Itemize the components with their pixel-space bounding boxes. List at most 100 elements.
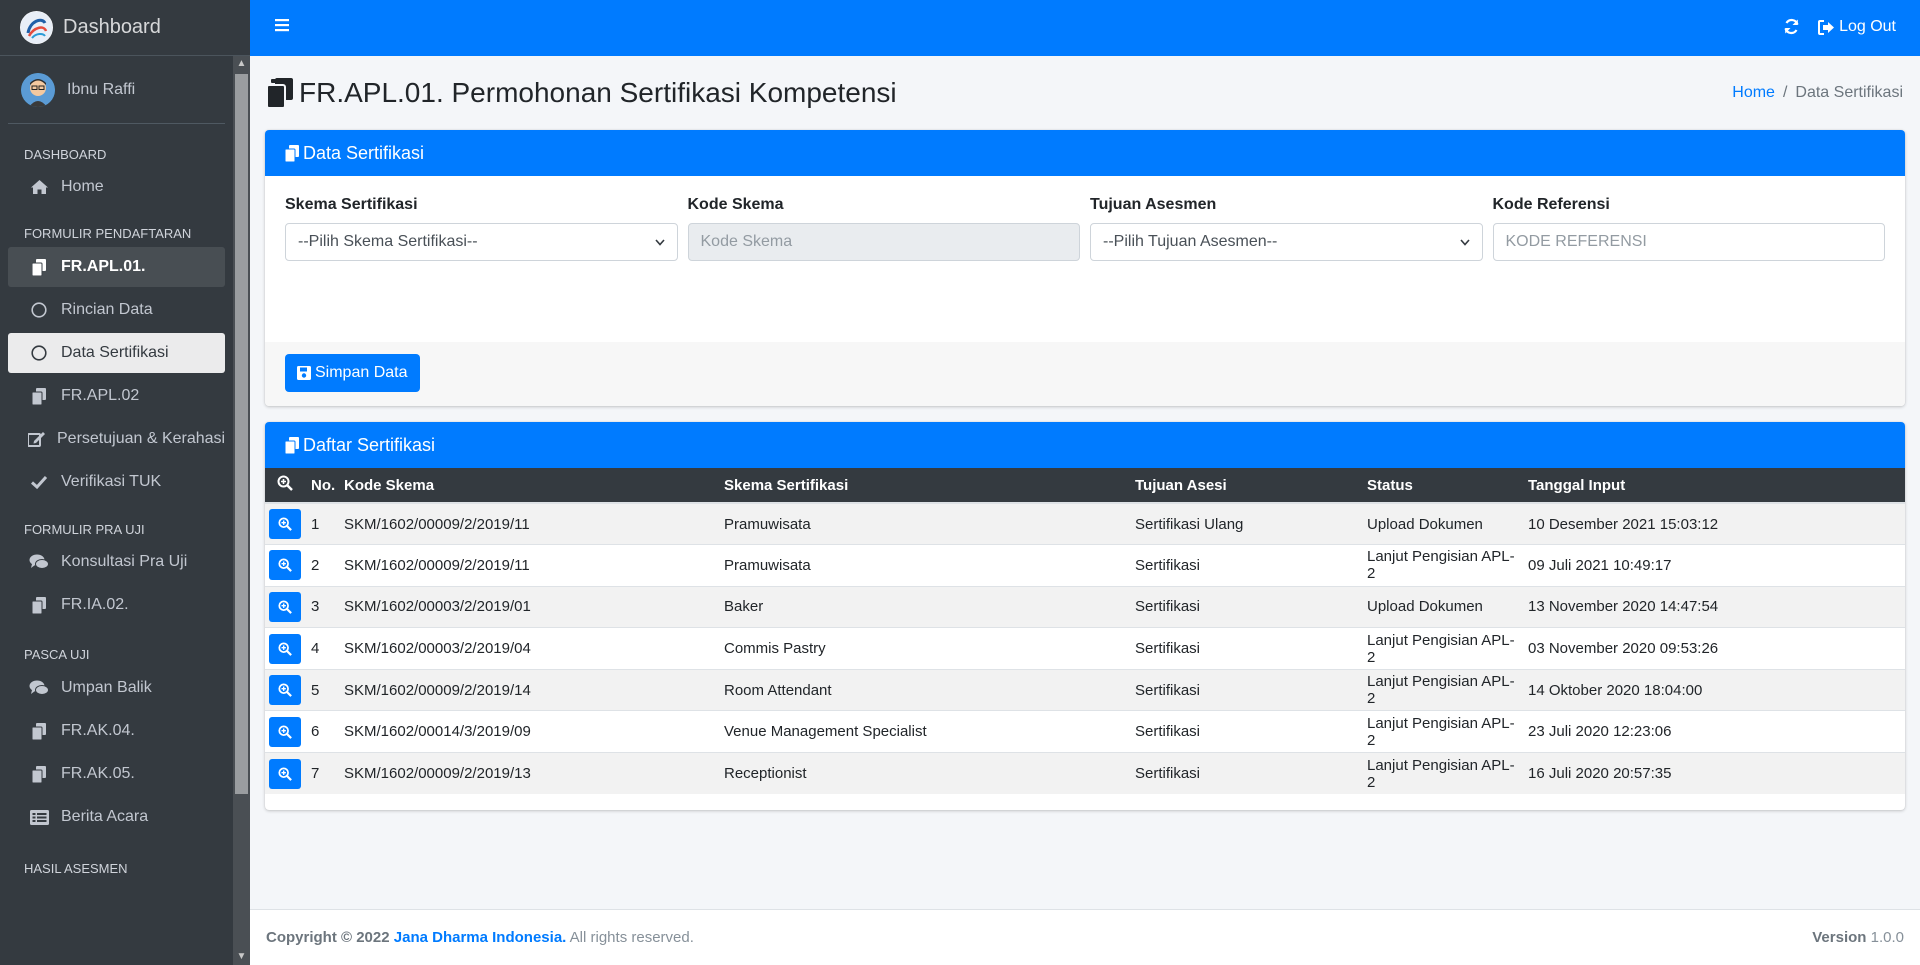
chevron-down-icon (1459, 233, 1470, 251)
kode-skema-field[interactable]: Kode Skema (687, 223, 1080, 261)
simpan-data-label: Simpan Data (315, 364, 408, 381)
table-cell: SKM/1602/00009/2/2019/11 (340, 544, 720, 587)
view-detail-button[interactable] (269, 758, 301, 789)
breadcrumb-separator: / (1782, 84, 1788, 101)
breadcrumb: Home / Data Sertifikasi (1732, 84, 1903, 102)
card-title: Daftar Sertifikasi (303, 434, 436, 455)
table-cell: Lanjut Pengisian APL-2 (1363, 668, 1524, 711)
sidebar-item-home[interactable]: Home (8, 167, 225, 207)
detail-button-cell (265, 502, 307, 545)
table-body: 1 SKM/1602/00009/2/2019/11 Pramuwisata Sert… (265, 502, 1905, 795)
sidebar-item-label: Data Sertifikasi (61, 344, 169, 361)
daftar-sertifikasi-card: Daftar Sertifikasi No. Kode Skema Skema … (265, 422, 1905, 811)
sidebar-item-data-sertifikasi[interactable]: Data Sertifikasi (8, 333, 225, 373)
user-panel[interactable]: Ibnu Raffi (8, 56, 225, 124)
table-cell: SKM/1602/00009/2/2019/11 (340, 502, 720, 545)
user-name: Ibnu Raffi (67, 80, 136, 98)
skema-label: Skema Sertifikasi (285, 196, 418, 213)
breadcrumb-home-link[interactable]: Home (1732, 84, 1775, 102)
view-detail-button[interactable] (269, 675, 301, 706)
top-navbar: Log Out (250, 0, 1920, 56)
table-cell: 7 (307, 752, 340, 795)
detail-button-cell (265, 544, 307, 587)
logout-button[interactable]: Log Out (1818, 18, 1896, 36)
scroll-down-icon[interactable]: ▼ (233, 949, 250, 965)
copy-icon (28, 765, 50, 783)
sidebar-item-fr-ak-05[interactable]: FR.AK.05. (8, 754, 225, 794)
scrollbar-thumb[interactable] (235, 74, 248, 794)
copyright-text: Copyright © 2022 (266, 929, 390, 946)
table-cell: Lanjut Pengisian APL-2 (1363, 710, 1524, 753)
table-cell: 23 Juli 2020 12:23:06 (1524, 710, 1905, 753)
search-plus-icon (278, 642, 292, 656)
card-header: Data Sertifikasi (265, 130, 1905, 176)
column-header: No. (307, 468, 340, 504)
tujuan-label: Tujuan Asesmen (1090, 196, 1217, 213)
table-cell: Sertifikasi (1131, 668, 1363, 711)
sidebar-item-fr-ia-02[interactable]: FR.IA.02. (8, 585, 225, 625)
sidebar-item-konsultasi-pra-uji[interactable]: Konsultasi Pra Uji (8, 542, 225, 582)
sidebar-item-verifikasi-tuk[interactable]: Verifikasi TUK (8, 462, 225, 502)
form-group-referensi: Kode Referensi KODE REFERENSI (1492, 196, 1885, 261)
sidebar-nav: Ibnu Raffi DASHBOARD Home FORMULIR PENDA… (0, 56, 233, 965)
column-header: Status (1363, 468, 1524, 504)
table-cell: Pramuwisata (720, 544, 1131, 587)
table-cell: 5 (307, 668, 340, 711)
logout-label: Log Out (1839, 18, 1896, 35)
table-row: 2 SKM/1602/00009/2/2019/11 Pramuwisata Sert… (265, 544, 1905, 587)
table-cell: SKM/1602/00009/2/2019/13 (340, 752, 720, 795)
kode-referensi-placeholder: KODE REFERENSI (1505, 233, 1647, 250)
copy-icon (267, 78, 293, 108)
rights-text: All rights reserved. (569, 929, 694, 946)
sidebar-item-label: Verifikasi TUK (61, 473, 162, 490)
search-plus-icon (278, 517, 292, 531)
table-row: 7 SKM/1602/00009/2/2019/13 Receptionist Ser… (265, 752, 1905, 795)
detail-button-cell (265, 585, 307, 628)
form-group-skema: Skema Sertifikasi --Pilih Skema Sertifik… (285, 196, 678, 261)
sidebar-item-label: Umpan Balik (61, 679, 152, 696)
table-cell: 6 (307, 710, 340, 753)
view-detail-button[interactable] (269, 550, 301, 581)
company-link[interactable]: Jana Dharma Indonesia. (394, 929, 567, 946)
main-content: FR.APL.01. Permohonan Sertifikasi Kompet… (250, 56, 1920, 909)
kode-referensi-field[interactable]: KODE REFERENSI (1492, 223, 1885, 261)
scroll-up-icon[interactable]: ▲ (233, 56, 250, 72)
tujuan-select[interactable]: --Pilih Tujuan Asesmen-- (1090, 223, 1483, 261)
page-title-text: FR.APL.01. Permohonan Sertifikasi Kompet… (299, 77, 897, 108)
sidebar-item-fr-apl-02[interactable]: FR.APL.02 (8, 376, 225, 416)
sidebar-item-label: Home (61, 178, 104, 195)
card-header: Daftar Sertifikasi (265, 422, 1905, 468)
sidebar-item-label: FR.AK.05. (61, 765, 135, 782)
table-cell: Pramuwisata (720, 502, 1131, 545)
sidebar-item-fr-apl-01[interactable]: FR.APL.01. (8, 247, 225, 287)
refresh-icon[interactable] (1783, 18, 1800, 40)
sidebar-item-fr-ak-04[interactable]: FR.AK.04. (8, 711, 225, 751)
simpan-data-button[interactable]: Simpan Data (285, 354, 420, 392)
view-detail-button[interactable] (269, 716, 301, 747)
data-sertifikasi-card: Data Sertifikasi Skema Sertifikasi --Pil… (265, 130, 1905, 406)
brand-link[interactable]: Dashboard (0, 0, 250, 56)
sidebar-item-persetujuan[interactable]: Persetujuan & Kerahasiaan (8, 419, 225, 459)
sidebar-scrollbar[interactable]: ▲ ▼ (233, 56, 250, 965)
table-cell: Upload Dokumen (1363, 585, 1524, 628)
column-header: Skema Sertifikasi (720, 468, 1131, 504)
column-header: Tujuan Asesi (1131, 468, 1363, 504)
sidebar-item-umpan-balik[interactable]: Umpan Balik (8, 668, 225, 708)
table-cell: SKM/1602/00003/2/2019/04 (340, 627, 720, 670)
search-plus-icon (277, 475, 293, 491)
sidebar-item-rincian-data[interactable]: Rincian Data (8, 290, 225, 330)
sidebar-item-label: Rincian Data (61, 301, 153, 318)
view-detail-button[interactable] (269, 591, 301, 622)
view-detail-button[interactable] (269, 633, 301, 664)
tujuan-selected-value: --Pilih Tujuan Asesmen-- (1103, 233, 1278, 250)
table-cell: Upload Dokumen (1363, 502, 1524, 545)
menu-toggle-icon[interactable] (275, 18, 289, 37)
search-plus-icon (278, 558, 292, 573)
table-cell: Venue Management Specialist (720, 710, 1131, 753)
sidebar-item-berita-acara[interactable]: Berita Acara (8, 797, 225, 837)
view-detail-button[interactable] (269, 509, 301, 540)
skema-select[interactable]: --Pilih Skema Sertifikasi-- (285, 223, 678, 261)
table-row: 4 SKM/1602/00003/2/2019/04 Commis Pastry Se… (265, 627, 1905, 670)
check-icon (28, 475, 50, 489)
table-cell: Sertifikasi Ulang (1131, 502, 1363, 545)
